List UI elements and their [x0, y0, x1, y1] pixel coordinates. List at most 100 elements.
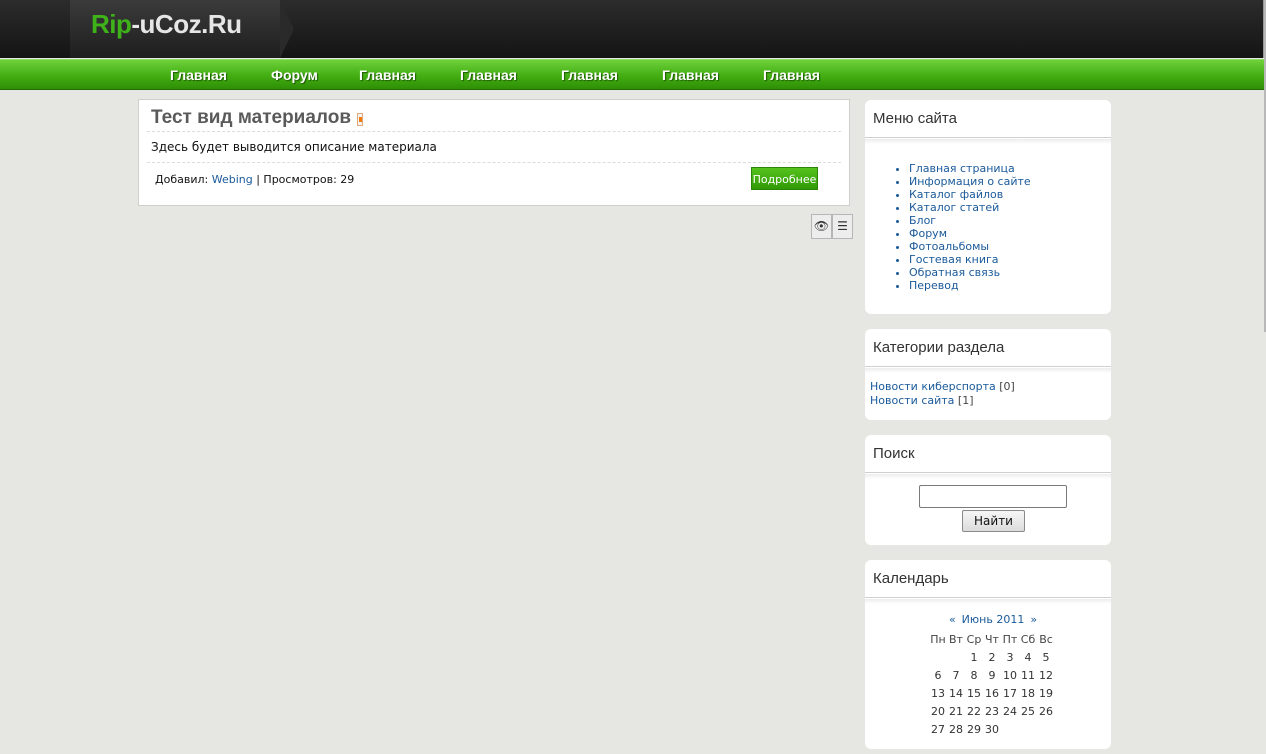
calendar-day: 21 [949, 704, 963, 718]
calendar-day: 23 [985, 704, 999, 718]
weekday-label: Вт [949, 632, 963, 646]
calendar-day: 6 [934, 668, 942, 682]
menu-link[interactable]: Гостевая книга [909, 253, 999, 266]
category-link[interactable]: Новости сайта [870, 394, 954, 407]
header-shadow [865, 599, 1111, 604]
menu-link[interactable]: Обратная связь [909, 266, 1000, 279]
nav-item-forum[interactable]: Форум [271, 67, 318, 83]
nav-item-home-6[interactable]: Главная [763, 67, 820, 83]
calendar-day: 29 [967, 722, 981, 736]
list-icon[interactable]: ☰ [832, 214, 853, 239]
calendar-grid: Пн Вт Ср Чт Пт Сб Вс 1 2 3 4 5 6 7 8 9 1… [929, 630, 1055, 738]
more-button[interactable]: Подробнее [751, 167, 818, 190]
calendar-day: 4 [1024, 650, 1032, 664]
nav-item-home-3[interactable]: Главная [460, 67, 517, 83]
weekday-label: Ср [966, 632, 982, 646]
menu-link[interactable]: Блог [909, 214, 936, 227]
search-block: Поиск Найти [865, 435, 1111, 545]
entry-divider [147, 131, 841, 132]
site-logo[interactable]: Rip-uCoz.Ru [91, 9, 242, 40]
menu-item-blog[interactable]: Блог [909, 214, 1031, 227]
material-entry: Тест вид материалов Здесь будет выводитс… [138, 99, 850, 206]
entry-title: Тест вид материалов [151, 107, 364, 129]
calendar-day: 14 [949, 686, 963, 700]
search-button[interactable]: Найти [962, 510, 1025, 532]
nav-item-home-4[interactable]: Главная [561, 67, 618, 83]
calendar-day: 3 [1006, 650, 1014, 664]
calendar-month[interactable]: Июнь 2011 [962, 613, 1025, 626]
menu-link[interactable]: Информация о сайте [909, 175, 1031, 188]
menu-item-forum[interactable]: Форум [909, 227, 1031, 240]
entry-divider [147, 162, 841, 163]
logo-arrow-decoration [280, 0, 294, 58]
categories-header: Категории раздела [865, 329, 1111, 367]
weekday-label: Вс [1039, 632, 1053, 646]
menu-item-translate[interactable]: Перевод [909, 279, 1031, 292]
calendar-prev[interactable]: « [949, 613, 956, 626]
menu-link[interactable]: Фотоальбомы [909, 240, 989, 253]
entry-meta: Добавил: Webing | Просмотров: 29 [155, 173, 354, 186]
calendar-day: 9 [988, 668, 996, 682]
calendar-day: 20 [931, 704, 945, 718]
menu-link[interactable]: Главная страница [909, 162, 1015, 175]
nav-item-home-2[interactable]: Главная [359, 67, 416, 83]
menu-item-about[interactable]: Информация о сайте [909, 175, 1031, 188]
calendar-day: 16 [985, 686, 999, 700]
search-header: Поиск [865, 435, 1111, 473]
calendar-day [1001, 720, 1019, 738]
rss-icon[interactable] [357, 113, 364, 126]
search-title: Поиск [873, 445, 915, 462]
menu-item-guestbook[interactable]: Гостевая книга [909, 253, 1031, 266]
header-shadow [865, 474, 1111, 479]
categories-block: Категории раздела Новости киберспорта [0… [865, 329, 1111, 420]
menu-link[interactable]: Форум [909, 227, 947, 240]
menu-item-articles[interactable]: Каталог статей [909, 201, 1031, 214]
menu-item-files[interactable]: Каталог файлов [909, 188, 1031, 201]
calendar-header: Календарь [865, 560, 1111, 598]
menu-item-feedback[interactable]: Обратная связь [909, 266, 1031, 279]
calendar-day: 5 [1042, 650, 1050, 664]
calendar-day [1037, 720, 1055, 738]
menu-link[interactable]: Каталог файлов [909, 188, 1003, 201]
calendar-day: 8 [970, 668, 978, 682]
calendar-day [929, 648, 947, 666]
site-menu-block: Меню сайта Главная страница Информация о… [865, 100, 1111, 314]
eye-icon[interactable]: 👁 [811, 214, 832, 239]
entry-title-text[interactable]: Тест вид материалов [151, 107, 351, 128]
categories-list: Новости киберспорта [0] Новости сайта [1… [870, 380, 1015, 408]
calendar-day: 18 [1021, 686, 1035, 700]
menu-item-home[interactable]: Главная страница [909, 162, 1031, 175]
calendar-day: 1 [970, 650, 978, 664]
search-input[interactable] [919, 485, 1067, 508]
nav-item-home-5[interactable]: Главная [662, 67, 719, 83]
weekday-label: Пт [1002, 632, 1018, 646]
added-by-label: Добавил: [155, 173, 209, 186]
site-header: Rip-uCoz.Ru [0, 0, 1264, 58]
calendar-next[interactable]: » [1030, 613, 1037, 626]
calendar-day: 17 [1003, 686, 1017, 700]
menu-item-photos[interactable]: Фотоальбомы [909, 240, 1031, 253]
views-count: | Просмотров: 29 [256, 173, 355, 186]
nav-item-home[interactable]: Главная [170, 67, 227, 83]
calendar-day: 2 [988, 650, 996, 664]
author-link[interactable]: Webing [212, 173, 253, 186]
calendar-day: 10 [1003, 668, 1017, 682]
site-menu-list: Главная страница Информация о сайте Ката… [909, 162, 1031, 292]
calendar-title: Календарь [873, 570, 949, 587]
calendar-day: 25 [1021, 704, 1035, 718]
menu-link[interactable]: Каталог статей [909, 201, 999, 214]
category-link[interactable]: Новости киберспорта [870, 380, 996, 393]
logo-rest-text: -uCoz.Ru [131, 9, 242, 39]
header-shadow [865, 139, 1111, 144]
calendar-day [947, 648, 965, 666]
calendar-day: 19 [1039, 686, 1053, 700]
menu-link[interactable]: Перевод [909, 279, 959, 292]
calendar-day: 30 [985, 722, 999, 736]
calendar-block: Календарь « Июнь 2011 » Пн Вт Ср Чт Пт Сб … [865, 560, 1111, 749]
calendar-day: 24 [1003, 704, 1017, 718]
calendar-day: 28 [949, 722, 963, 736]
calendar-day: 26 [1039, 704, 1053, 718]
logo-accent-text: Rip [91, 9, 132, 39]
category-count: [0] [999, 380, 1015, 393]
calendar-day: 7 [952, 668, 960, 682]
